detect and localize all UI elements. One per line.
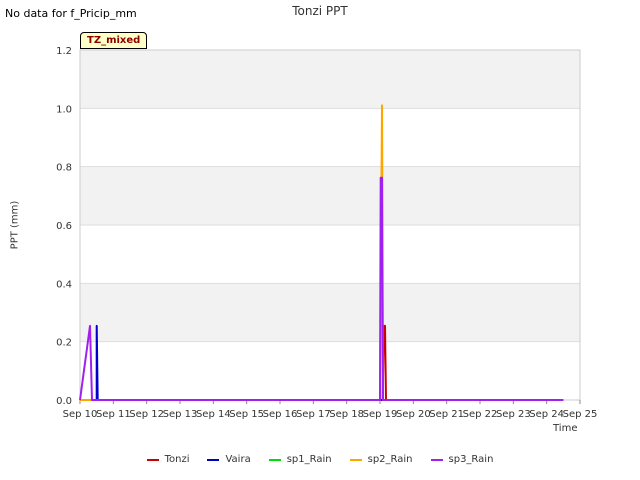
plot-area: 0.0 0.2 0.4 0.6 0.8 1.0 1.2 Sep 10Sep 11Sep 12… xyxy=(56,46,598,420)
x-tick-label: Sep 22 xyxy=(463,409,498,420)
legend-item-tonzi: Tonzi xyxy=(146,454,190,465)
y-tick-label: 0.4 xyxy=(56,279,72,290)
legend-label: sp2_Rain xyxy=(367,454,413,465)
legend-swatch xyxy=(430,458,443,461)
x-tick-label: Sep 13 xyxy=(163,409,198,420)
legend-item-sp3-rain: sp3_Rain xyxy=(430,454,494,465)
grid-band xyxy=(80,166,580,225)
legend-item-sp2-rain: sp2_Rain xyxy=(349,454,413,465)
y-tick-label: 1.2 xyxy=(56,46,72,57)
legend-swatch xyxy=(349,458,362,461)
x-tick-label: Sep 11 xyxy=(96,409,131,420)
x-tick-label: Sep 20 xyxy=(396,409,431,420)
x-tick-label: Sep 12 xyxy=(129,409,164,420)
legend-label: Vaira xyxy=(225,454,251,465)
legend-label: Tonzi xyxy=(164,454,190,465)
y-tick-label: 0.0 xyxy=(56,396,72,407)
x-tick-label: Sep 21 xyxy=(429,409,464,420)
legend-swatch xyxy=(268,458,281,461)
x-tick-label: Sep 15 xyxy=(229,409,264,420)
legend: Tonzi Vaira sp1_Rain sp2_Rain sp3_Rain xyxy=(0,454,640,465)
grid-band xyxy=(80,50,580,109)
legend-swatch xyxy=(146,458,159,461)
y-tick-label: 0.8 xyxy=(56,163,72,174)
x-tick-label: Sep 25 xyxy=(563,409,598,420)
y-tick-label: 0.6 xyxy=(56,221,72,232)
x-tick-label: Sep 19 xyxy=(363,409,398,420)
y-tick-label: 1.0 xyxy=(56,104,72,115)
legend-swatch xyxy=(207,458,220,461)
x-tick-label: Sep 10 xyxy=(63,409,98,420)
x-tick-label: Sep 16 xyxy=(263,409,298,420)
x-tick-label: Sep 14 xyxy=(196,409,231,420)
x-tick-label: Sep 18 xyxy=(329,409,364,420)
grid-band xyxy=(80,283,580,342)
series-line-sp2-rain xyxy=(80,104,564,401)
legend-item-vaira: Vaira xyxy=(207,454,251,465)
legend-label: sp3_Rain xyxy=(448,454,494,465)
legend-label: sp1_Rain xyxy=(286,454,332,465)
x-tick-label: Sep 23 xyxy=(496,409,531,420)
x-tick-label: Sep 24 xyxy=(529,409,564,420)
site-badge: TZ_mixed xyxy=(80,32,148,49)
x-tick-label: Sep 17 xyxy=(296,409,331,420)
y-tick-label: 0.2 xyxy=(56,338,72,349)
legend-item-sp1-rain: sp1_Rain xyxy=(268,454,332,465)
